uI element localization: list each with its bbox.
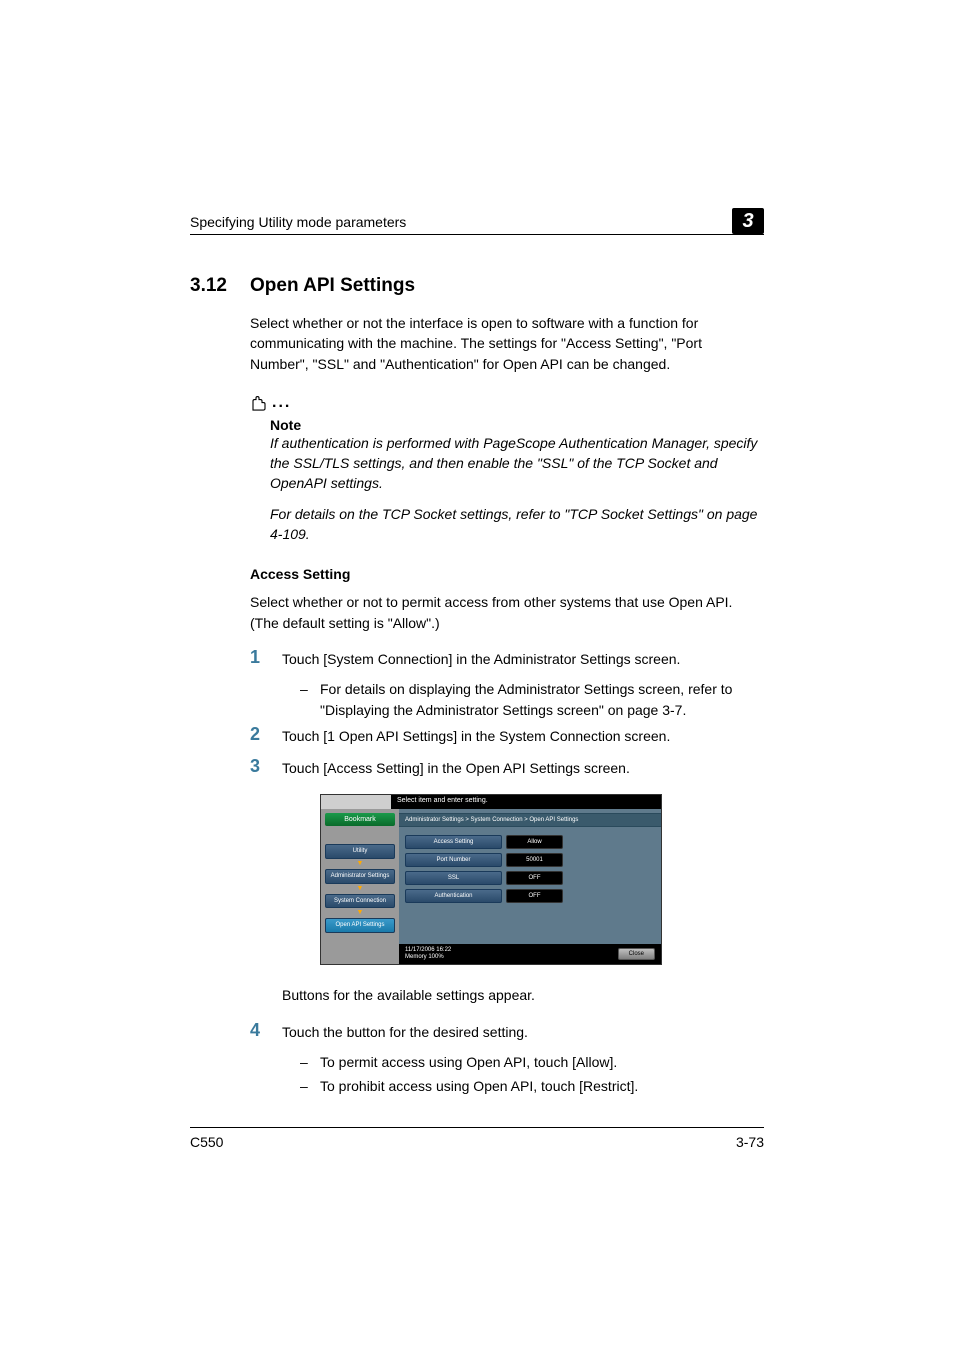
section-title: Open API Settings (250, 275, 415, 297)
device-ui-panel: Select item and enter setting. Bookmark … (320, 794, 662, 965)
ui-sidebar: Bookmark Utility ▼ Administrator Setting… (321, 809, 399, 964)
port-number-button[interactable]: Port Number (405, 853, 502, 867)
embedded-screenshot: Select item and enter setting. Bookmark … (320, 794, 764, 965)
step-1-subitem: – For details on displaying the Administ… (300, 679, 764, 720)
page-footer: C550 3-73 (190, 1127, 764, 1150)
ui-footer-datetime: 11/17/2006 16:22 (405, 947, 451, 954)
step-1-number: 1 (250, 647, 282, 669)
step-4-number: 4 (250, 1020, 282, 1042)
section-number: 3.12 (190, 275, 250, 297)
chevron-down-icon: ▼ (325, 910, 395, 916)
dash-icon: – (300, 1076, 320, 1096)
note-label: Note (270, 417, 764, 433)
footer-page-number: 3-73 (736, 1134, 764, 1150)
nav-utility[interactable]: Utility (325, 844, 395, 859)
nav-admin-settings[interactable]: Administrator Settings (325, 869, 395, 884)
authentication-value: OFF (506, 889, 563, 903)
section-intro: Select whether or not the interface is o… (250, 313, 764, 374)
note-dots-icon: ... (272, 394, 291, 413)
access-setting-heading: Access Setting (250, 566, 764, 582)
step-2: 2 Touch [1 Open API Settings] in the Sys… (250, 724, 764, 746)
step-4-subitem-1: – To permit access using Open API, touch… (300, 1052, 764, 1072)
step-1: 1 Touch [System Connection] in the Admin… (250, 647, 764, 669)
section-heading-row: 3.12 Open API Settings (190, 275, 764, 297)
ui-footer-memory: Memory 100% (405, 954, 451, 961)
nav-system-connection[interactable]: System Connection (325, 894, 395, 909)
ui-main-panel: Administrator Settings > System Connecti… (399, 809, 661, 964)
nav-open-api-settings[interactable]: Open API Settings (325, 918, 395, 933)
header-section-title: Specifying Utility mode parameters (190, 214, 406, 230)
step-3-text: Touch [Access Setting] in the Open API S… (282, 756, 630, 778)
step-2-text: Touch [1 Open API Settings] in the Syste… (282, 724, 670, 746)
step-3-after-text: Buttons for the available settings appea… (282, 985, 764, 1005)
page-header: Specifying Utility mode parameters 3 (190, 200, 764, 235)
ssl-button[interactable]: SSL (405, 871, 502, 885)
ui-footer-bar: 11/17/2006 16:22 Memory 100% Close (399, 944, 661, 964)
ssl-value: OFF (506, 871, 563, 885)
chevron-down-icon: ▼ (325, 886, 395, 892)
step-4-sub-2-text: To prohibit access using Open API, touch… (320, 1076, 638, 1096)
ui-top-strip: Select item and enter setting. (321, 795, 661, 809)
step-4-subitem-2: – To prohibit access using Open API, tou… (300, 1076, 764, 1096)
access-setting-intro: Select whether or not to permit access f… (250, 592, 764, 633)
step-1-text: Touch [System Connection] in the Adminis… (282, 647, 680, 669)
step-3-number: 3 (250, 756, 282, 778)
ui-top-instruction: Select item and enter setting. (391, 795, 661, 809)
note-hand-icon (250, 395, 268, 413)
chevron-down-icon: ▼ (325, 861, 395, 867)
step-1-sub-text: For details on displaying the Administra… (320, 679, 764, 720)
step-4-text: Touch the button for the desired setting… (282, 1020, 528, 1042)
footer-model: C550 (190, 1134, 223, 1150)
step-4-sub-1-text: To permit access using Open API, touch [… (320, 1052, 617, 1072)
dash-icon: – (300, 1052, 320, 1072)
authentication-button[interactable]: Authentication (405, 889, 502, 903)
note-block: ... Note If authentication is performed … (250, 394, 764, 544)
ui-breadcrumb: Administrator Settings > System Connecti… (399, 813, 661, 827)
close-button[interactable]: Close (618, 948, 655, 960)
step-4: 4 Touch the button for the desired setti… (250, 1020, 764, 1042)
note-paragraph-1: If authentication is performed with Page… (270, 433, 764, 494)
ui-top-left-blank (321, 795, 391, 809)
access-setting-value: Allow (506, 835, 563, 849)
setting-row-access: Access Setting Allow (405, 835, 655, 849)
note-paragraph-2: For details on the TCP Socket settings, … (270, 504, 764, 545)
step-3: 3 Touch [Access Setting] in the Open API… (250, 756, 764, 778)
dash-icon: – (300, 679, 320, 720)
ui-body: Bookmark Utility ▼ Administrator Setting… (321, 809, 661, 964)
bookmark-tab[interactable]: Bookmark (325, 813, 395, 826)
ui-footer-status: 11/17/2006 16:22 Memory 100% (405, 947, 451, 961)
setting-row-auth: Authentication OFF (405, 889, 655, 903)
setting-row-ssl: SSL OFF (405, 871, 655, 885)
note-icon-row: ... (250, 394, 764, 413)
setting-row-port: Port Number 50001 (405, 853, 655, 867)
port-number-value: 50001 (506, 853, 563, 867)
ui-settings-area: Access Setting Allow Port Number 50001 S… (399, 827, 661, 944)
step-2-number: 2 (250, 724, 282, 746)
page: Specifying Utility mode parameters 3 3.1… (0, 0, 954, 1350)
chapter-badge: 3 (732, 208, 764, 234)
access-setting-button[interactable]: Access Setting (405, 835, 502, 849)
